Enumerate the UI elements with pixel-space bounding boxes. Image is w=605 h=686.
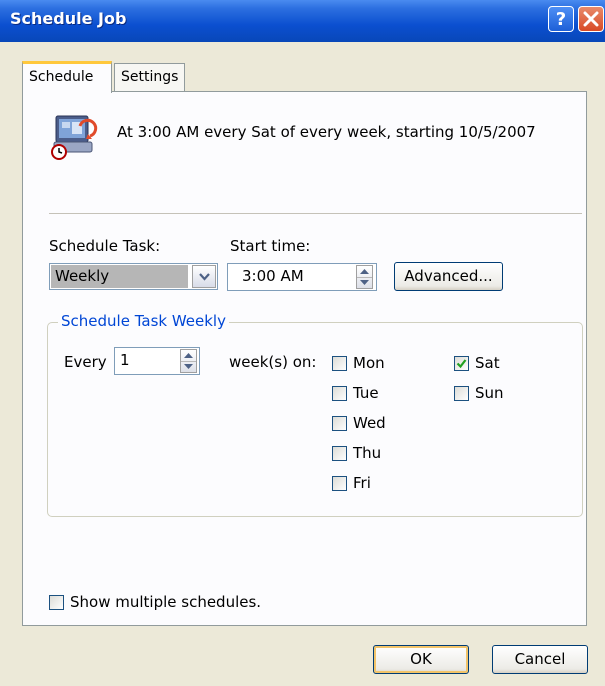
- schedule-job-dialog: Schedule Job ? Schedule Settings At 3:00…: [0, 0, 605, 686]
- start-time-field[interactable]: 3:00 AM: [227, 263, 377, 291]
- arrow-down-icon: [360, 280, 369, 285]
- arrow-up-icon: [360, 269, 369, 274]
- checkbox-tue[interactable]: [332, 386, 347, 401]
- checkbox-thu[interactable]: [332, 446, 347, 461]
- schedule-task-weekly-group: Schedule Task Weekly Every 1 week(s) on:…: [47, 312, 583, 517]
- schedule-task-value: Weekly: [51, 265, 188, 288]
- ok-button[interactable]: OK: [373, 645, 469, 674]
- weeks-on-label: week(s) on:: [229, 353, 317, 371]
- title-bar[interactable]: Schedule Job ?: [0, 0, 605, 42]
- day-label-mon: Mon: [353, 354, 385, 372]
- checkbox-sat[interactable]: [454, 356, 469, 371]
- every-weeks-field[interactable]: 1: [114, 347, 200, 375]
- show-multiple-schedules-label: Show multiple schedules.: [70, 593, 262, 611]
- start-time-label: Start time:: [230, 237, 311, 255]
- schedule-task-label: Schedule Task:: [49, 237, 161, 255]
- day-label-sun: Sun: [475, 384, 504, 402]
- day-label-wed: Wed: [353, 414, 386, 432]
- arrow-up-icon: [184, 353, 193, 358]
- checkbox-sun[interactable]: [454, 386, 469, 401]
- help-button[interactable]: ?: [548, 6, 574, 32]
- day-label-thu: Thu: [353, 444, 382, 462]
- checkbox-wed[interactable]: [332, 416, 347, 431]
- schedule-panel: At 3:00 AM every Sat of every week, star…: [22, 91, 587, 626]
- start-time-spinner[interactable]: [356, 265, 373, 289]
- help-icon: ?: [555, 9, 567, 30]
- checkbox-fri[interactable]: [332, 476, 347, 491]
- every-weeks-spinner[interactable]: [180, 349, 197, 373]
- close-icon: [583, 11, 599, 27]
- schedule-task-select[interactable]: Weekly: [49, 263, 218, 290]
- tab-schedule[interactable]: Schedule: [22, 61, 112, 93]
- start-time-value: 3:00 AM: [242, 267, 304, 285]
- every-weeks-value: 1: [120, 351, 130, 369]
- group-legend: Schedule Task Weekly: [58, 312, 229, 330]
- tab-settings[interactable]: Settings: [114, 63, 185, 91]
- advanced-button[interactable]: Advanced...: [394, 262, 503, 291]
- checkbox-mon[interactable]: [332, 356, 347, 371]
- spin-down-button[interactable]: [181, 361, 196, 372]
- dropdown-button[interactable]: [192, 265, 216, 288]
- day-label-sat: Sat: [475, 354, 500, 372]
- show-multiple-schedules-checkbox[interactable]: [49, 595, 64, 610]
- day-label-fri: Fri: [353, 474, 371, 492]
- spin-down-button[interactable]: [357, 277, 372, 288]
- checkmark-icon: [456, 359, 467, 369]
- divider: [49, 213, 582, 214]
- window-title: Schedule Job: [10, 9, 127, 28]
- schedule-summary: At 3:00 AM every Sat of every week, star…: [117, 123, 536, 141]
- day-label-tue: Tue: [353, 384, 379, 402]
- chevron-down-icon: [199, 273, 210, 281]
- arrow-down-icon: [184, 364, 193, 369]
- close-button[interactable]: [578, 6, 604, 32]
- every-label: Every: [64, 353, 107, 371]
- scheduled-task-icon: [51, 115, 98, 160]
- cancel-button[interactable]: Cancel: [492, 645, 588, 674]
